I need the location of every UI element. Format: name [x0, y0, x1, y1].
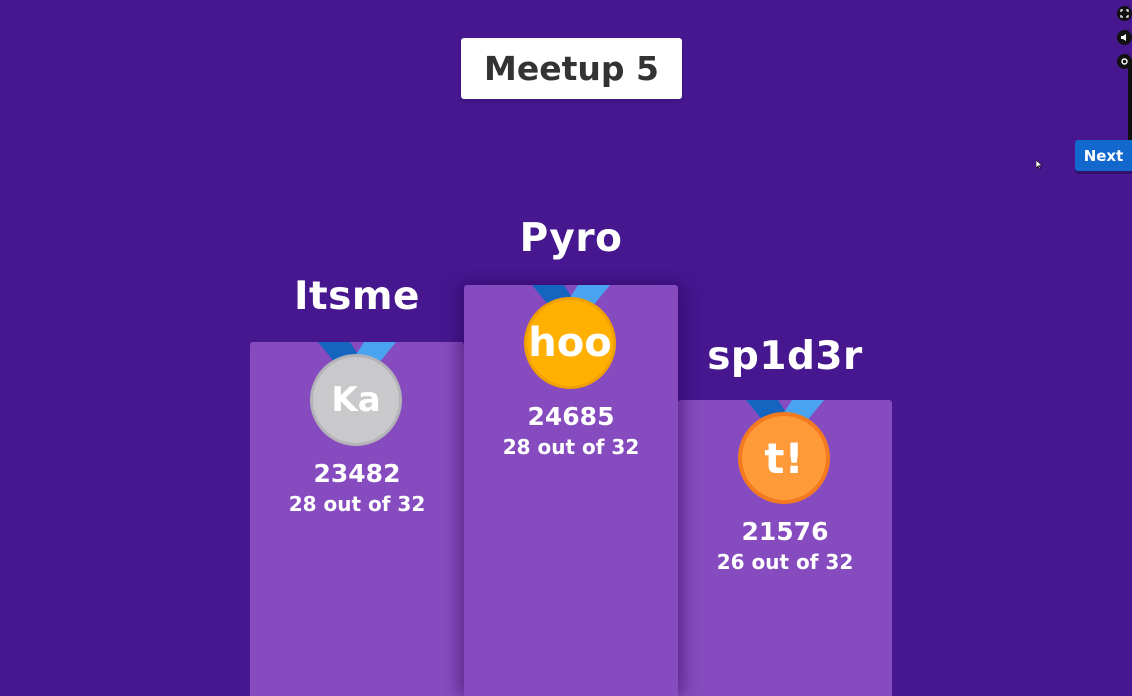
gold-medal-icon: hoo [524, 297, 616, 389]
second-place-podium: Ka 23482 28 out of 32 [250, 342, 464, 696]
volume-icon[interactable] [1117, 30, 1132, 45]
silver-medal-icon: Ka [310, 354, 402, 446]
second-place-score: 23482 [313, 459, 401, 488]
first-place-name: Pyro [519, 216, 623, 261]
second-place-name: Itsme [294, 274, 420, 319]
medal-label: hoo [528, 320, 612, 366]
third-place-name: sp1d3r [707, 334, 863, 379]
medal-label: t! [764, 433, 804, 483]
fullscreen-icon[interactable] [1117, 6, 1132, 21]
game-title: Meetup 5 [484, 49, 659, 88]
third-place-correct: 26 out of 32 [716, 550, 854, 574]
third-place-podium: t! 21576 26 out of 32 [678, 400, 892, 696]
first-place-score: 24685 [527, 402, 615, 431]
mouse-cursor-icon [1036, 160, 1042, 169]
first-place-correct: 28 out of 32 [502, 435, 640, 459]
first-place-podium: hoo 24685 28 out of 32 [464, 285, 678, 696]
third-place-score: 21576 [741, 517, 829, 546]
bronze-medal-icon: t! [738, 412, 830, 504]
scrollbar[interactable] [1128, 60, 1132, 140]
next-button[interactable]: Next [1075, 140, 1132, 171]
game-title-card: Meetup 5 [461, 38, 682, 99]
second-place-correct: 28 out of 32 [288, 492, 426, 516]
medal-label: Ka [331, 380, 381, 420]
